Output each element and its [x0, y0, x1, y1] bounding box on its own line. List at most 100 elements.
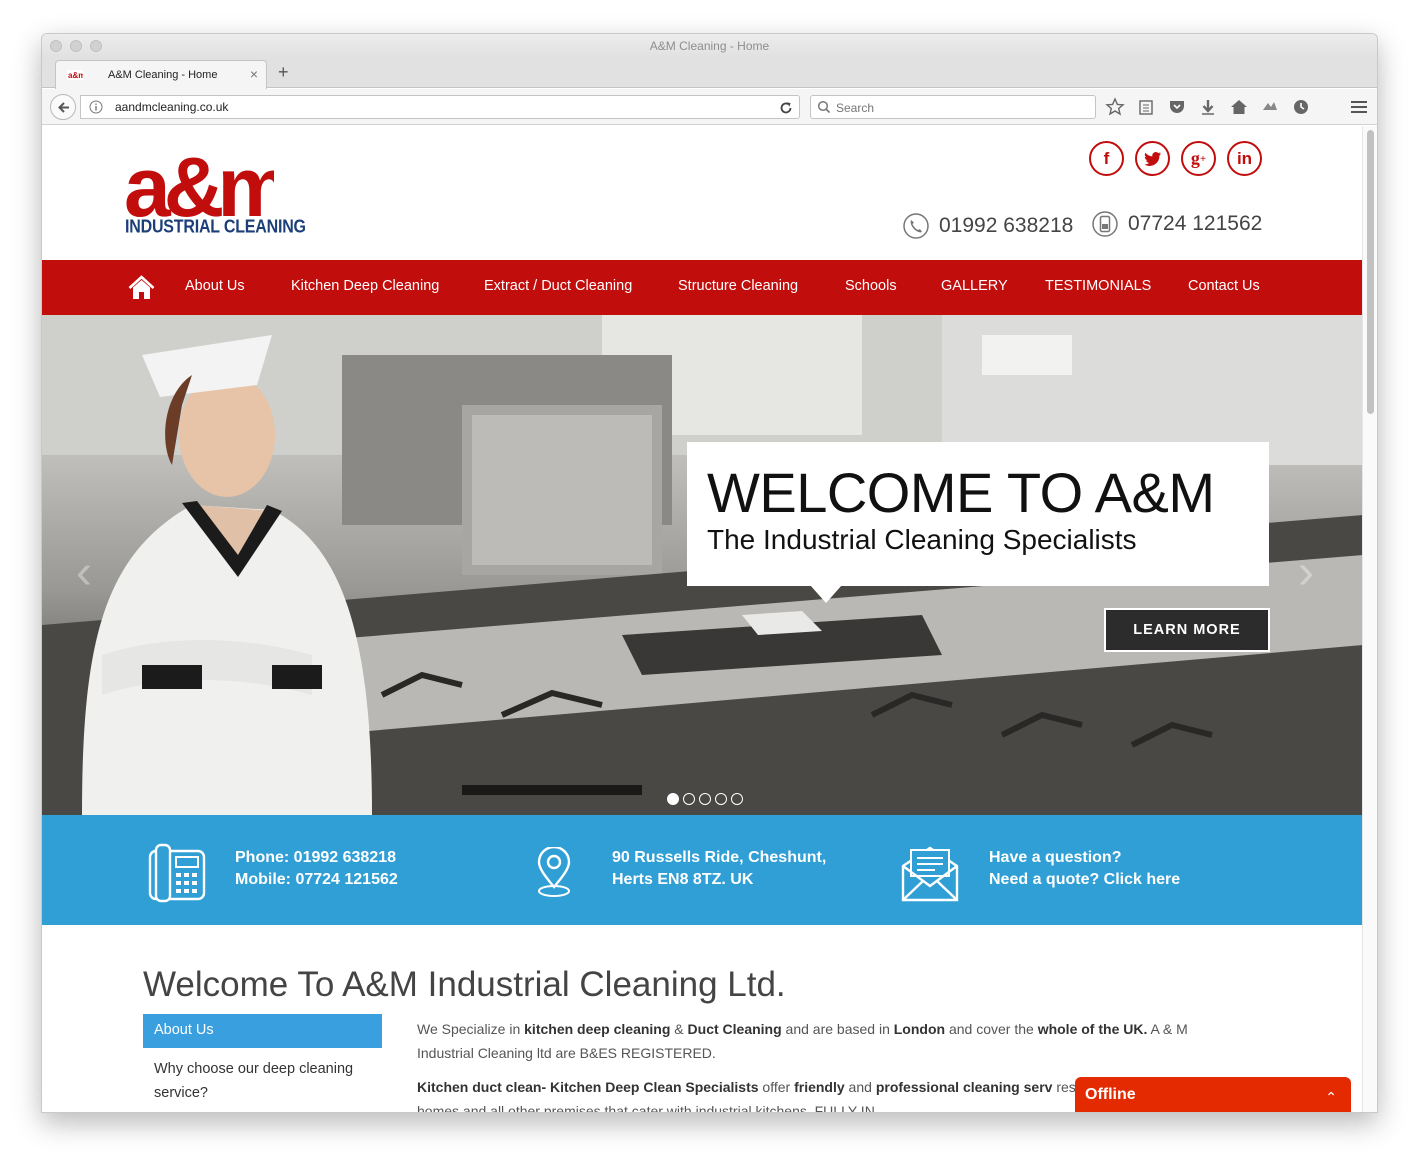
nav-structure-cleaning[interactable]: Structure Cleaning — [678, 278, 798, 294]
p1-run: Duct Cleaning — [687, 1021, 782, 1037]
search-placeholder: Search — [836, 101, 875, 115]
p1-run: whole of the UK. — [1037, 1021, 1148, 1037]
info-mobile-line: Mobile: 07724 121562 — [235, 871, 398, 888]
side-menu: About Us Why choose our deep cleaning se… — [143, 1014, 382, 1112]
nav-schools[interactable]: Schools — [845, 278, 897, 294]
header-mobile[interactable]: 07724 121562 — [1092, 211, 1262, 237]
browser-window: A&M Cleaning - Home a&m A&M Cleaning - H… — [41, 33, 1378, 1113]
slider-dot[interactable] — [667, 793, 679, 805]
url-text: aandmcleaning.co.uk — [115, 100, 229, 114]
linkedin-icon[interactable]: in — [1227, 141, 1262, 176]
caption-pointer — [810, 585, 842, 603]
page-viewport: a&m INDUSTRIAL CLEANING f g + in 01992 63… — [42, 126, 1363, 1112]
history-icon[interactable] — [1290, 97, 1312, 117]
hero-slider: WELCOME TO A&M The Industrial Cleaning S… — [42, 315, 1363, 815]
header-phone-number: 01992 638218 — [939, 214, 1074, 237]
back-arrow-icon — [58, 102, 69, 113]
back-button[interactable] — [50, 94, 76, 120]
slider-dot[interactable] — [731, 793, 743, 805]
page-heading: Welcome To A&M Industrial Cleaning Ltd. — [143, 965, 786, 1004]
download-icon[interactable] — [1197, 97, 1219, 117]
intro-paragraph-1: We Specialize in kitchen deep cleaning &… — [417, 1017, 1237, 1065]
chat-status: Offline — [1085, 1086, 1136, 1103]
p2-run: friendly — [794, 1079, 845, 1095]
p1-run: and cover the — [945, 1021, 1038, 1037]
quote-line: Need a quote? Click here — [989, 871, 1181, 888]
reload-icon[interactable] — [777, 99, 795, 117]
site-header: a&m INDUSTRIAL CLEANING f g + in 01992 63… — [42, 126, 1363, 260]
header-mobile-number: 07724 121562 — [1128, 212, 1263, 235]
nav-contact-us[interactable]: Contact Us — [1188, 278, 1260, 294]
welcome-caption: WELCOME TO A&M The Industrial Cleaning S… — [687, 442, 1269, 586]
p1-run: and are based in — [781, 1021, 894, 1037]
mobile-icon — [1092, 211, 1118, 237]
envelope-icon — [901, 846, 959, 902]
favicon-icon: a&m — [67, 70, 83, 80]
slider-next-icon[interactable]: › — [1298, 545, 1314, 600]
p1-run: London — [893, 1021, 946, 1037]
page-scrollbar[interactable] — [1362, 126, 1377, 1112]
titlebar: A&M Cleaning - Home — [42, 34, 1377, 58]
nav-testimonials[interactable]: TESTIMONIALS — [1045, 278, 1151, 294]
telephone-icon — [148, 843, 206, 903]
window-title: A&M Cleaning - Home — [649, 39, 770, 53]
tab-title: A&M Cleaning - Home — [108, 69, 218, 81]
search-icon — [817, 100, 831, 114]
chevron-up-icon[interactable]: ⌃ — [1325, 1089, 1337, 1106]
close-tab-icon[interactable]: × — [250, 66, 258, 82]
new-tab-icon[interactable]: + — [278, 62, 289, 83]
slider-dot[interactable] — [699, 793, 711, 805]
question-line: Have a question? — [989, 849, 1122, 866]
info-phone[interactable]: Phone: 01992 638218 Mobile: 07724 121562 — [235, 847, 398, 891]
main-nav: About Us Kitchen Deep Cleaning Extract /… — [42, 260, 1363, 315]
nav-kitchen-deep-cleaning[interactable]: Kitchen Deep Cleaning — [291, 278, 439, 294]
hero-subtitle: The Industrial Cleaning Specialists — [707, 524, 1137, 555]
home-nav-icon[interactable] — [128, 275, 155, 301]
address-line-1: 90 Russells Ride, Cheshunt, — [612, 849, 827, 866]
nav-gallery[interactable]: GALLERY — [941, 278, 1008, 294]
p1-run: We Specialize in — [417, 1021, 525, 1037]
slider-prev-icon[interactable]: ‹ — [76, 545, 92, 600]
slider-dot[interactable] — [715, 793, 727, 805]
tab-strip: a&m A&M Cleaning - Home × + — [42, 58, 1377, 89]
nav-extract-duct-cleaning[interactable]: Extract / Duct Cleaning — [484, 278, 632, 294]
site-info-icon[interactable] — [89, 100, 103, 114]
facebook-icon[interactable]: f — [1089, 141, 1124, 176]
reading-list-icon[interactable] — [1135, 97, 1157, 117]
info-quote[interactable]: Have a question? Need a quote? Click her… — [989, 847, 1180, 891]
social-links: f g + in — [1089, 141, 1262, 176]
p1-run: kitchen deep cleaning — [524, 1021, 671, 1037]
p2-run: offer — [758, 1079, 795, 1095]
home-icon[interactable] — [1228, 97, 1250, 117]
location-pin-icon — [537, 847, 571, 897]
side-menu-why-choose[interactable]: Why choose our deep cleaning service? — [143, 1048, 382, 1112]
header-phone[interactable]: 01992 638218 — [903, 213, 1073, 239]
phone-icon — [903, 213, 929, 239]
extension-icon[interactable] — [1259, 97, 1281, 117]
side-menu-about-us[interactable]: About Us — [143, 1014, 382, 1048]
google-plus-icon[interactable]: g + — [1181, 141, 1216, 176]
tab-active[interactable]: a&m A&M Cleaning - Home × — [55, 60, 267, 89]
hero-title: WELCOME TO A&M — [707, 461, 1215, 524]
scrollbar-thumb[interactable] — [1367, 130, 1374, 414]
url-bar[interactable]: aandmcleaning.co.uk — [80, 95, 800, 119]
learn-more-button[interactable]: LEARN MORE — [1104, 608, 1270, 652]
menu-icon[interactable] — [1349, 98, 1369, 116]
p2-run: Kitchen duct clean- Kitchen Deep Clean S… — [417, 1079, 759, 1095]
slider-dot[interactable] — [683, 793, 695, 805]
nav-about-us[interactable]: About Us — [185, 278, 245, 294]
contact-info-bar: Phone: 01992 638218 Mobile: 07724 121562… — [42, 815, 1363, 925]
pocket-icon[interactable] — [1166, 97, 1188, 117]
address-line-2: Herts EN8 8TZ. UK — [612, 871, 754, 888]
chat-widget[interactable]: Offline ⌃ — [1075, 1077, 1351, 1112]
info-address: 90 Russells Ride, Cheshunt, Herts EN8 8T… — [612, 847, 826, 891]
browser-toolbar: aandmcleaning.co.uk Search — [42, 89, 1377, 125]
p2-run: professional cleaning serv — [875, 1079, 1053, 1095]
bookmark-star-icon[interactable] — [1104, 97, 1126, 117]
logo-subtitle: INDUSTRIAL CLEANING — [125, 217, 306, 238]
info-phone-line: Phone: 01992 638218 — [235, 849, 396, 866]
toolbar-icons — [1104, 97, 1312, 117]
p2-run: and — [844, 1079, 876, 1095]
search-input[interactable]: Search — [810, 95, 1096, 119]
twitter-icon[interactable] — [1135, 141, 1170, 176]
